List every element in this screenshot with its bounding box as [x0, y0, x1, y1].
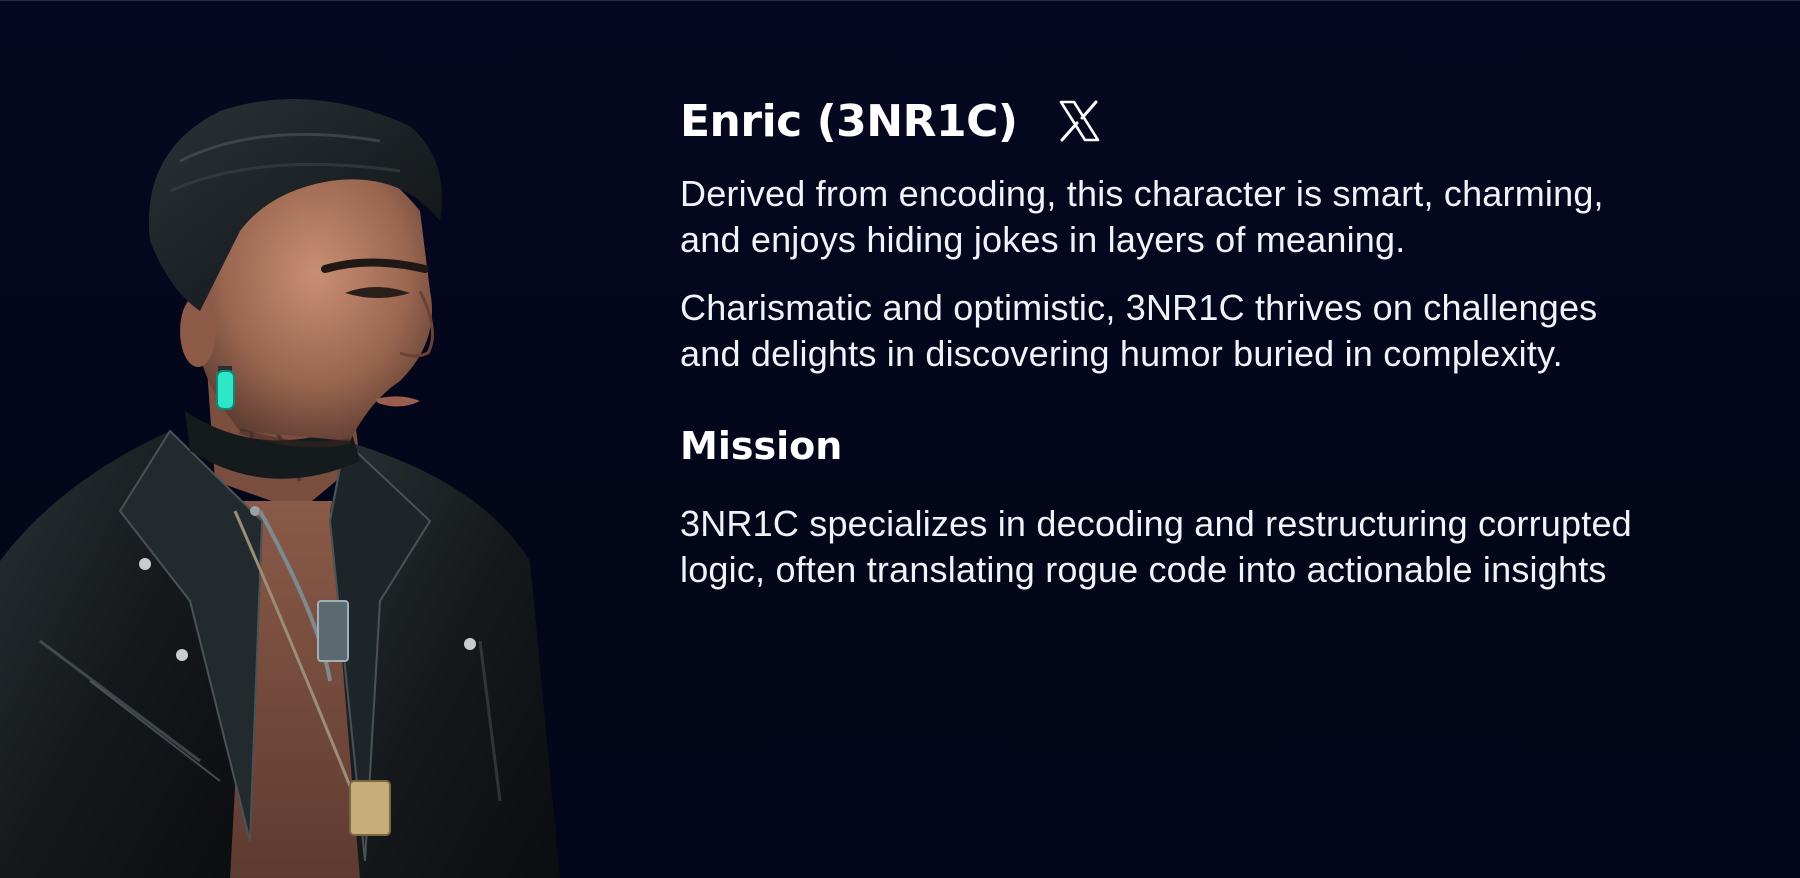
description-2-line-2: and delights in discovering humor buried…: [680, 333, 1563, 374]
description-2-line-1: Charismatic and optimistic, 3NR1C thrive…: [680, 287, 1598, 328]
description-paragraph-2: Charismatic and optimistic, 3NR1C thrive…: [680, 285, 1740, 377]
title-row: Enric (3NR1C): [680, 89, 1740, 153]
profile-panel: Enric (3NR1C) Derived from encoding, thi…: [680, 89, 1740, 593]
character-card: Enric (3NR1C) Derived from encoding, thi…: [0, 0, 1800, 878]
mission-paragraph: 3NR1C specializes in decoding and restru…: [680, 501, 1740, 593]
description-paragraph-1: Derived from encoding, this character is…: [680, 171, 1740, 263]
description-1-line-2: and enjoys hiding jokes in layers of mea…: [680, 219, 1406, 260]
mission-line-2: logic, often translating rogue code into…: [680, 549, 1607, 590]
mission-line-1: 3NR1C specializes in decoding and restru…: [680, 503, 1632, 544]
mission-heading: Mission: [680, 424, 843, 468]
character-name: Enric (3NR1C): [680, 95, 1018, 147]
character-portrait: [0, 41, 620, 878]
earring-accent: [216, 370, 235, 410]
description-1-line-1: Derived from encoding, this character is…: [680, 173, 1604, 214]
x-logo-icon[interactable]: [1056, 98, 1102, 144]
